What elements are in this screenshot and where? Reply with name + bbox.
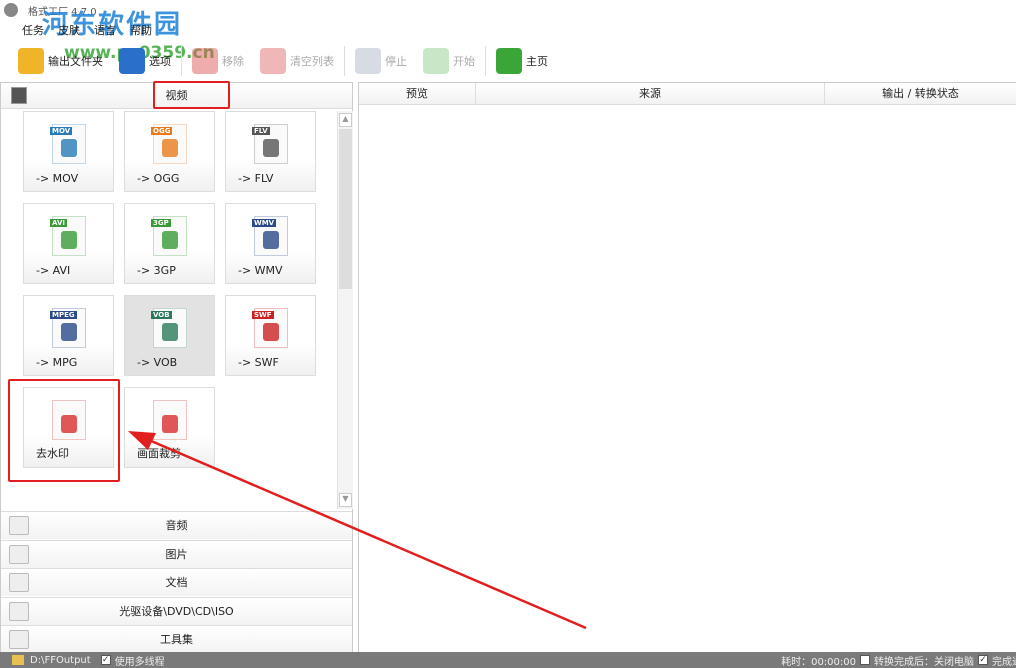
annotation-arrow (128, 431, 587, 630)
